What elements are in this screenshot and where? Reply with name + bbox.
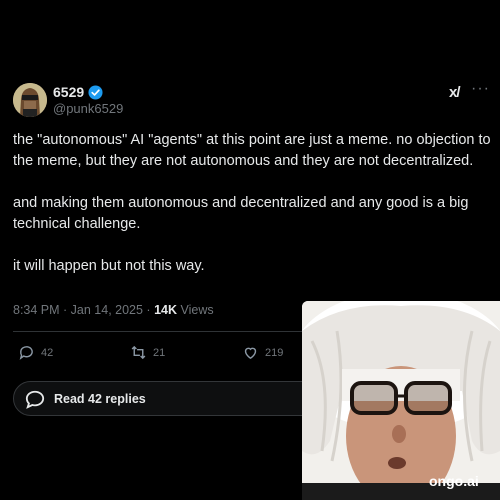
- repost-icon: [131, 345, 146, 360]
- views-label: Views: [177, 303, 214, 317]
- tweet-paragraph: and making them autonomous and decentral…: [13, 195, 469, 232]
- read-replies-label: Read 42 replies: [54, 391, 146, 406]
- tweet-paragraph: it will happen but not this way.: [13, 258, 205, 274]
- like-count: 219: [265, 346, 284, 359]
- author-name-row[interactable]: 6529: [53, 84, 103, 100]
- tweet-text: the "autonomous" AI "agents" at this poi…: [13, 130, 493, 298]
- repost-button[interactable]: 21: [130, 344, 165, 361]
- speech-bubble-icon: [25, 390, 45, 409]
- tweet-meta: 8:34 PM · Jan 14, 2025 · 14K Views: [13, 303, 214, 317]
- reply-icon: [19, 346, 33, 360]
- author-avatar[interactable]: [13, 83, 47, 117]
- views-count: 14K: [154, 303, 177, 317]
- face-overlay-image: [302, 301, 500, 500]
- author-name[interactable]: 6529: [53, 84, 84, 100]
- reply-button[interactable]: 42: [18, 344, 53, 361]
- repost-count: 21: [153, 346, 166, 359]
- grok-icon[interactable]: x/: [449, 84, 460, 101]
- like-icon: [244, 347, 257, 360]
- watermark: ongo.ai: [429, 473, 479, 489]
- read-replies-button[interactable]: Read 42 replies: [13, 381, 343, 416]
- more-icon[interactable]: ···: [471, 80, 490, 98]
- reply-count: 42: [41, 346, 54, 359]
- like-button[interactable]: 219: [242, 344, 283, 361]
- author-handle[interactable]: @punk6529: [53, 101, 123, 116]
- timestamp[interactable]: 8:34 PM · Jan 14, 2025 ·: [13, 303, 154, 317]
- verified-badge-icon: [88, 84, 103, 100]
- tweet-paragraph: the "autonomous" AI "agents" at this poi…: [13, 132, 491, 169]
